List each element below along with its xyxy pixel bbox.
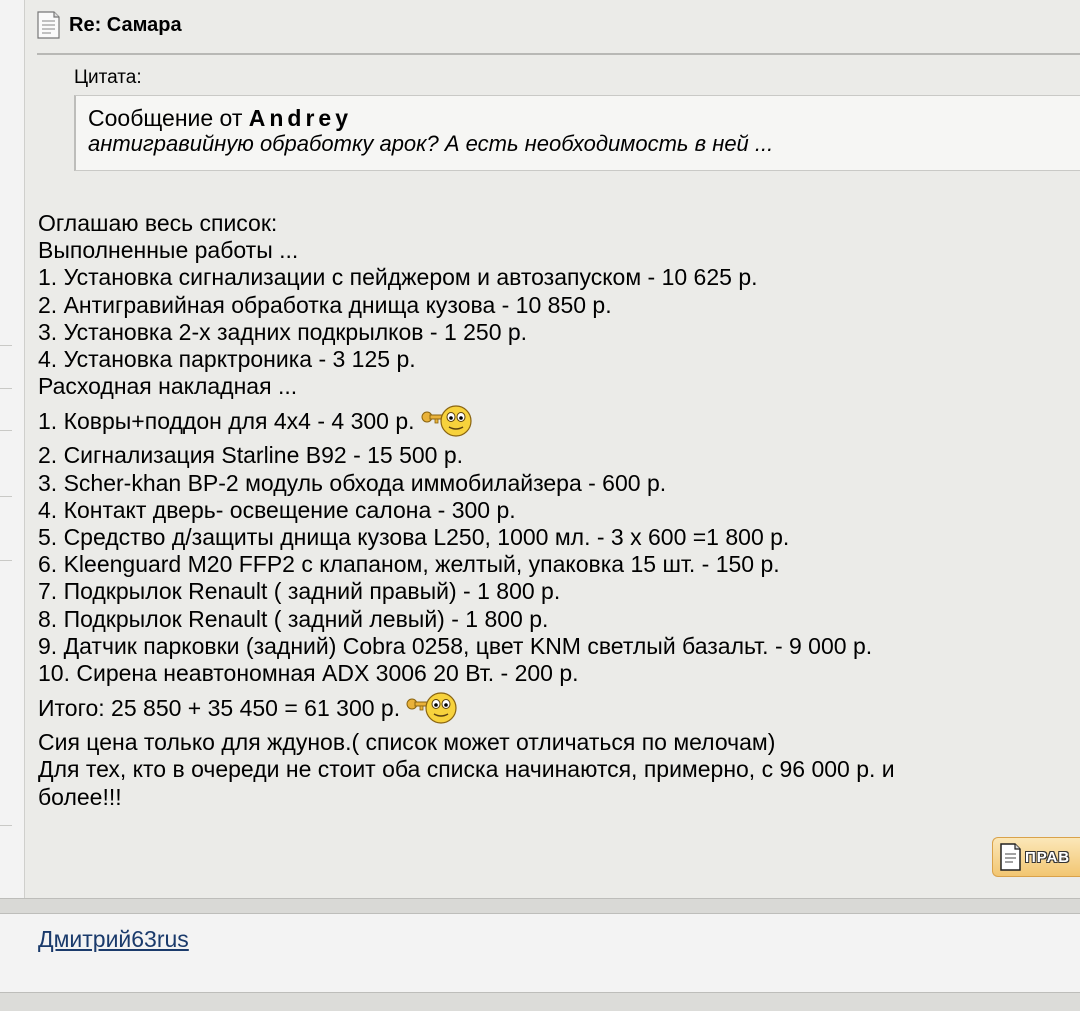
post-line: 7. Подкрылок Renault ( задний правый) - …	[38, 578, 561, 605]
post-line: 3. Scher-khan BP-2 модуль обхода иммобил…	[38, 469, 667, 496]
post-line-with-smiley: 1. Ковры+поддон для 4х4 - 4 300 р.	[38, 400, 1078, 442]
post-line: 3. Установка 2-х задних подкрылков - 1 2…	[38, 318, 528, 345]
post-line: 4. Установка парктроника - 3 125 р.	[38, 346, 416, 373]
sidebar-divider	[0, 825, 12, 826]
post-title: Re: Самара	[69, 13, 182, 36]
post-line: Для тех, кто в очереди не стоит оба спис…	[38, 756, 895, 810]
post-line-with-smiley: Итого: 25 850 + 35 450 = 61 300 р.	[38, 687, 1078, 729]
post-line: 10. Сирена неавтономная ADX 3006 20 Вт. …	[38, 660, 579, 687]
sidebar-divider	[0, 430, 12, 431]
quote-label: Цитата:	[74, 67, 142, 88]
sidebar-divider	[0, 496, 12, 497]
forum-post: Re: Самара Цитата: Сообщение от Andrey а…	[25, 0, 1080, 898]
post-separator	[0, 992, 1080, 1011]
next-post-author-row: Дмитрий63rus	[0, 914, 1080, 992]
quote-source: Сообщение от Andrey	[88, 105, 1069, 131]
edit-button-label: ПРАВ	[1025, 848, 1071, 866]
post-header: Re: Самара	[35, 8, 182, 42]
edit-button[interactable]: ПРАВ	[992, 837, 1080, 877]
author-link[interactable]: Дмитрий63rus	[38, 926, 189, 953]
post-line-text: 1. Ковры+поддон для 4х4 - 4 300 р.	[38, 408, 415, 435]
post-line: Выполненные работы ...	[38, 237, 299, 264]
quote-prefix: Сообщение от	[88, 105, 249, 131]
edit-icon	[1000, 843, 1021, 871]
document-icon	[37, 11, 60, 39]
left-sidebar-strip	[0, 0, 25, 898]
post-line: Сия цена только для ждунов.( список може…	[38, 729, 776, 756]
sidebar-divider	[0, 560, 12, 561]
smiley-key-icon	[421, 405, 472, 438]
post-line: 8. Подкрылок Renault ( задний левый) - 1…	[38, 605, 549, 632]
post-line: 4. Контакт дверь- освещение салона - 300…	[38, 496, 516, 523]
sidebar-divider	[0, 388, 12, 389]
post-line: 1. Установка сигнализации с пейджером и …	[38, 264, 758, 291]
post-line: 6. Kleenguard M20 FFP2 с клапаном, желты…	[38, 551, 780, 578]
post-body: Оглашаю весь список: Выполненные работы …	[38, 210, 1078, 811]
post-line-text: Итого: 25 850 + 35 450 = 61 300 р.	[38, 695, 401, 722]
post-line: 2. Антигравийная обработка днища кузова …	[38, 291, 612, 318]
post-line: Оглашаю весь список:	[38, 210, 278, 236]
post-line: 2. Сигнализация Starline B92 - 15 500 р.	[38, 442, 464, 469]
post-line: 9. Датчик парковки (задний) Cobra 0258, …	[38, 632, 873, 659]
smiley-key-icon	[406, 692, 457, 724]
post-line: 5. Средство д/защиты днища кузова L250, …	[38, 524, 790, 551]
post-line: Расходная накладная ...	[38, 373, 298, 400]
quote-text: антигравийную обработку арок? А есть нео…	[88, 131, 774, 156]
quote-box: Сообщение от Andrey антигравийную обрабо…	[74, 95, 1080, 171]
header-divider	[37, 53, 1080, 55]
quote-author: Andrey	[248, 105, 353, 131]
sidebar-divider	[0, 345, 12, 346]
post-separator	[0, 898, 1080, 914]
